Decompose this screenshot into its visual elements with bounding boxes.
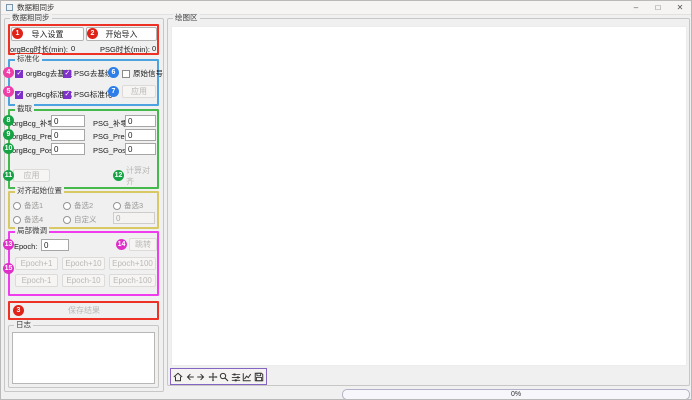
psg-duration-value: 0 (152, 44, 156, 53)
candidate2-radio[interactable]: 备选2 (63, 200, 93, 211)
epoch-plus100-button[interactable]: Epoch+100 (109, 257, 156, 270)
forward-icon[interactable] (196, 371, 207, 383)
epoch-plus10-button[interactable]: Epoch+10 (62, 257, 105, 270)
psg-normalize-checkbox[interactable]: PSG标准化 (63, 89, 112, 100)
subplots-icon[interactable] (231, 371, 242, 383)
crop-apply-button[interactable]: 应用 (13, 169, 50, 182)
checkbox-checked-icon (15, 70, 23, 78)
normalize-section-title: 标准化 (15, 54, 42, 64)
epoch-minus100-button[interactable]: Epoch-100 (109, 274, 156, 287)
calc-align-button[interactable]: 计算对齐 (125, 169, 157, 182)
orgbcg-post-input[interactable] (51, 143, 85, 155)
plot-canvas[interactable] (171, 26, 687, 366)
custom-start-input[interactable] (113, 212, 155, 224)
radio-icon (113, 202, 121, 210)
step-badge-13: 13 (3, 239, 14, 250)
step-badge-4: 4 (3, 67, 14, 78)
normalize-apply-button[interactable]: 应用 (122, 85, 156, 98)
psg-pad-input[interactable] (125, 115, 156, 127)
checkbox-checked-icon (63, 91, 71, 99)
checkbox-unchecked-icon (122, 70, 130, 78)
left-panel-title: 数据粗同步 (10, 13, 52, 23)
log-textarea[interactable] (12, 332, 155, 384)
radio-icon (13, 202, 21, 210)
back-icon[interactable] (185, 371, 196, 383)
step-badge-9: 9 (3, 129, 14, 140)
orgbcg-pre-input[interactable] (51, 129, 85, 141)
orgbcg-pad-input[interactable] (51, 115, 85, 127)
step-badge-10: 10 (3, 143, 14, 154)
save-result-button[interactable]: 保存结果 (11, 303, 157, 317)
checkbox-checked-icon (63, 70, 71, 78)
fine-tune-title: 局部微调 (15, 226, 49, 236)
step-badge-2: 2 (87, 28, 98, 39)
progress-value: 0% (511, 391, 521, 398)
zoom-icon[interactable] (219, 371, 230, 383)
psg-duration-label: PSG时长(min): (100, 44, 150, 55)
psg-pre-label: PSG_Pre: (93, 132, 127, 141)
epoch-input[interactable] (41, 239, 69, 251)
align-start-title: 对齐起始位置 (15, 186, 64, 196)
step-badge-14: 14 (116, 239, 127, 250)
orgbcg-duration-value: 0 (71, 44, 75, 53)
radio-icon (63, 202, 71, 210)
customize-icon[interactable] (242, 371, 253, 383)
app-icon (6, 4, 13, 11)
maximize-button[interactable]: □ (647, 1, 669, 14)
save-icon[interactable] (254, 371, 265, 383)
step-badge-12: 12 (113, 170, 124, 181)
plot-panel-title: 绘图区 (173, 13, 200, 23)
window-title: 数据粗同步 (17, 2, 55, 13)
orgbcg-pre-label: orgBcg_Pre: (12, 132, 54, 141)
candidate3-radio[interactable]: 备选3 (113, 200, 143, 211)
step-badge-8: 8 (3, 115, 14, 126)
epoch-minus1-button[interactable]: Epoch-1 (15, 274, 58, 287)
raw-signal-checkbox[interactable]: 原始信号 (122, 68, 163, 79)
candidate4-radio[interactable]: 备选4 (13, 214, 43, 225)
psg-post-input[interactable] (125, 143, 156, 155)
step-badge-3: 3 (13, 305, 24, 316)
step-badge-6: 6 (108, 67, 119, 78)
minimize-button[interactable]: – (625, 1, 647, 14)
log-section-title: 日志 (14, 320, 33, 330)
epoch-minus10-button[interactable]: Epoch-10 (62, 274, 105, 287)
step-badge-5: 5 (3, 86, 14, 97)
candidate1-radio[interactable]: 备选1 (13, 200, 43, 211)
step-badge-1: 1 (12, 28, 23, 39)
psg-pre-input[interactable] (125, 129, 156, 141)
app-window: 数据粗同步 – □ ✕ 数据粗同步 导入设置 开始导入 1 2 orgBcg时长… (0, 0, 692, 400)
checkbox-checked-icon (15, 91, 23, 99)
radio-icon (13, 216, 21, 224)
progress-bar: 0% (342, 389, 690, 400)
step-badge-11: 11 (3, 170, 14, 181)
plot-toolbar (170, 368, 267, 385)
step-badge-7: 7 (108, 86, 119, 97)
epoch-plus1-button[interactable]: Epoch+1 (15, 257, 58, 270)
epoch-label: Epoch: (14, 242, 37, 251)
pan-icon[interactable] (208, 371, 219, 383)
radio-icon (63, 216, 71, 224)
close-button[interactable]: ✕ (669, 1, 691, 14)
title-bar: 数据粗同步 – □ ✕ (1, 1, 691, 15)
psg-debaseline-checkbox[interactable]: PSG去基线 (63, 68, 112, 79)
step-badge-15: 15 (3, 263, 14, 274)
jump-button[interactable]: 跳转 (129, 238, 157, 251)
crop-section-title: 截取 (15, 104, 34, 114)
custom-radio[interactable]: 自定义 (63, 214, 97, 225)
home-icon[interactable] (173, 371, 184, 383)
